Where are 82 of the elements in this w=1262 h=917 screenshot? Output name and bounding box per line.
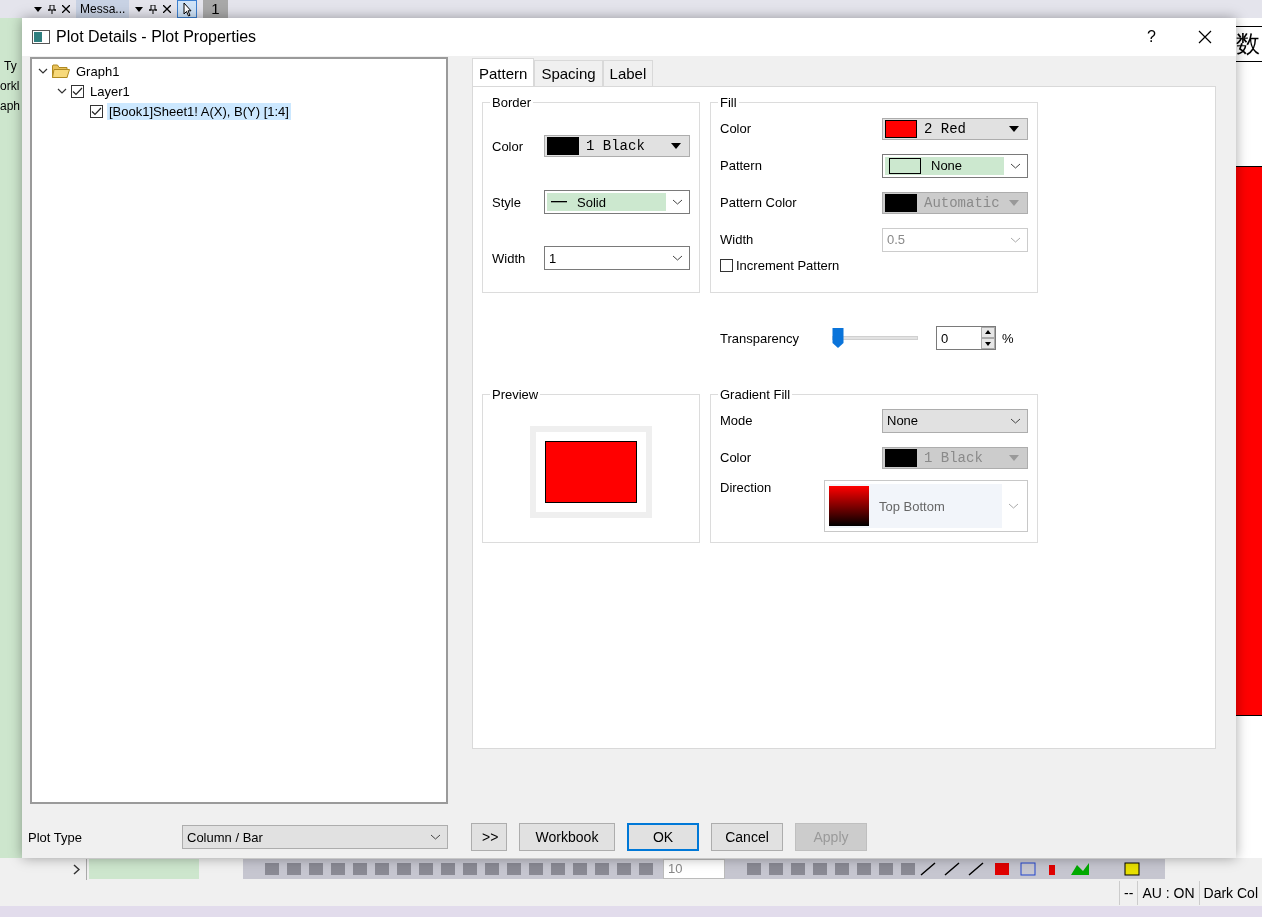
chevron-icon — [1008, 503, 1019, 509]
checkbox[interactable] — [90, 104, 103, 118]
width-dropdown[interactable]: 1 — [544, 246, 690, 270]
window-icon — [32, 30, 50, 44]
dialog-button[interactable]: OK — [627, 823, 699, 851]
unit-label: % — [1002, 330, 1014, 346]
chevron-icon — [430, 834, 441, 840]
status-text: Dark Col — [1198, 881, 1262, 905]
dropdown-icon[interactable] — [135, 6, 144, 12]
spin-up-icon[interactable] — [981, 327, 995, 338]
group-title: Border — [491, 95, 533, 110]
field-label: Mode — [720, 413, 753, 428]
field-label: Color — [492, 138, 524, 154]
tree-item[interactable]: [Book1]Sheet1! A(X), B(Y) [1:4] — [107, 102, 291, 120]
expand-chevron-icon[interactable] — [38, 68, 48, 74]
field-label: Plot Type — [28, 829, 83, 845]
tab[interactable]: Spacing — [534, 60, 603, 86]
pointer-tool-icon[interactable] — [177, 0, 198, 18]
line-sample-icon — [551, 201, 567, 203]
expand-chevron-icon[interactable] — [57, 88, 67, 94]
tab[interactable]: Label — [602, 60, 654, 86]
panel-text: orkl — [0, 78, 21, 95]
dialog-button[interactable]: Workbook — [519, 823, 615, 851]
field-label: Color — [720, 450, 752, 465]
spin-down-icon[interactable] — [981, 338, 995, 349]
slider-thumb[interactable] — [832, 327, 844, 349]
spin-field[interactable]: 0 — [936, 326, 996, 350]
slider-track[interactable] — [832, 327, 918, 349]
checkbox[interactable] — [71, 84, 84, 98]
field-label: Pattern — [720, 158, 762, 173]
close-icon[interactable] — [1198, 30, 1212, 44]
field-label: Width — [492, 250, 526, 266]
checkbox-label: Increment Pattern — [736, 258, 840, 273]
toolbar-icons-drawing[interactable] — [725, 859, 1165, 879]
page-tab[interactable]: 1 — [203, 0, 228, 18]
chevron-icon — [672, 255, 683, 261]
help-button[interactable]: ? — [1147, 28, 1156, 46]
pattern-dropdown[interactable]: None — [882, 153, 1028, 178]
caret-icon — [1009, 125, 1019, 132]
group-title: Gradient Fill — [719, 387, 792, 402]
panel-text: aph — [0, 98, 22, 115]
checkbox[interactable] — [720, 259, 733, 272]
field-label: Direction — [720, 480, 772, 495]
field-label: Pattern Color — [720, 195, 797, 210]
chevron-icon — [1010, 236, 1021, 243]
field-label: Color — [720, 121, 752, 136]
pin-icon[interactable] — [149, 4, 158, 14]
line-style-dropdown[interactable]: Solid — [544, 190, 690, 214]
caret-icon — [671, 143, 681, 149]
field-label: Transparency — [720, 330, 800, 346]
plot-type-dropdown[interactable]: Column / Bar — [182, 825, 448, 849]
pattern-swatch — [889, 157, 921, 174]
color-dropdown[interactable]: 1 Black — [544, 135, 690, 157]
status-text: -- — [1119, 881, 1138, 905]
group-title: Fill — [719, 95, 738, 110]
panel-tab[interactable]: Messa... — [76, 0, 130, 18]
tree-item[interactable]: Graph1 — [74, 62, 122, 80]
tab[interactable]: Pattern — [472, 58, 535, 86]
mode-dropdown[interactable]: None — [882, 408, 1028, 433]
gradient-swatch — [829, 486, 869, 526]
panel-text: Ty — [4, 58, 18, 75]
folder-icon — [52, 64, 70, 78]
caret-icon — [1009, 199, 1019, 206]
dialog-button[interactable]: >> — [471, 823, 507, 851]
group-title: Preview — [491, 387, 540, 402]
close-icon[interactable] — [62, 5, 70, 13]
chevron-icon — [1010, 162, 1021, 169]
pin-icon[interactable] — [48, 4, 56, 14]
field-label: Style — [492, 194, 521, 210]
dropdown-icon[interactable] — [34, 6, 42, 12]
status-text: AU : ON — [1137, 881, 1199, 905]
dialog-button[interactable]: Cancel — [711, 823, 783, 851]
window-title: Plot Details - Plot Properties — [56, 28, 257, 46]
font-size-field[interactable]: 10 — [663, 859, 725, 879]
tree-item[interactable]: Layer1 — [88, 82, 132, 100]
caret-icon — [1009, 454, 1019, 461]
direction-dropdown[interactable]: Top Bottom — [824, 480, 1028, 532]
close-icon[interactable] — [163, 5, 172, 13]
chevron-icon — [672, 199, 683, 205]
chevron-icon — [1010, 417, 1021, 424]
color-dropdown[interactable]: 2 Red — [882, 117, 1028, 140]
field-label: Width — [720, 232, 754, 247]
